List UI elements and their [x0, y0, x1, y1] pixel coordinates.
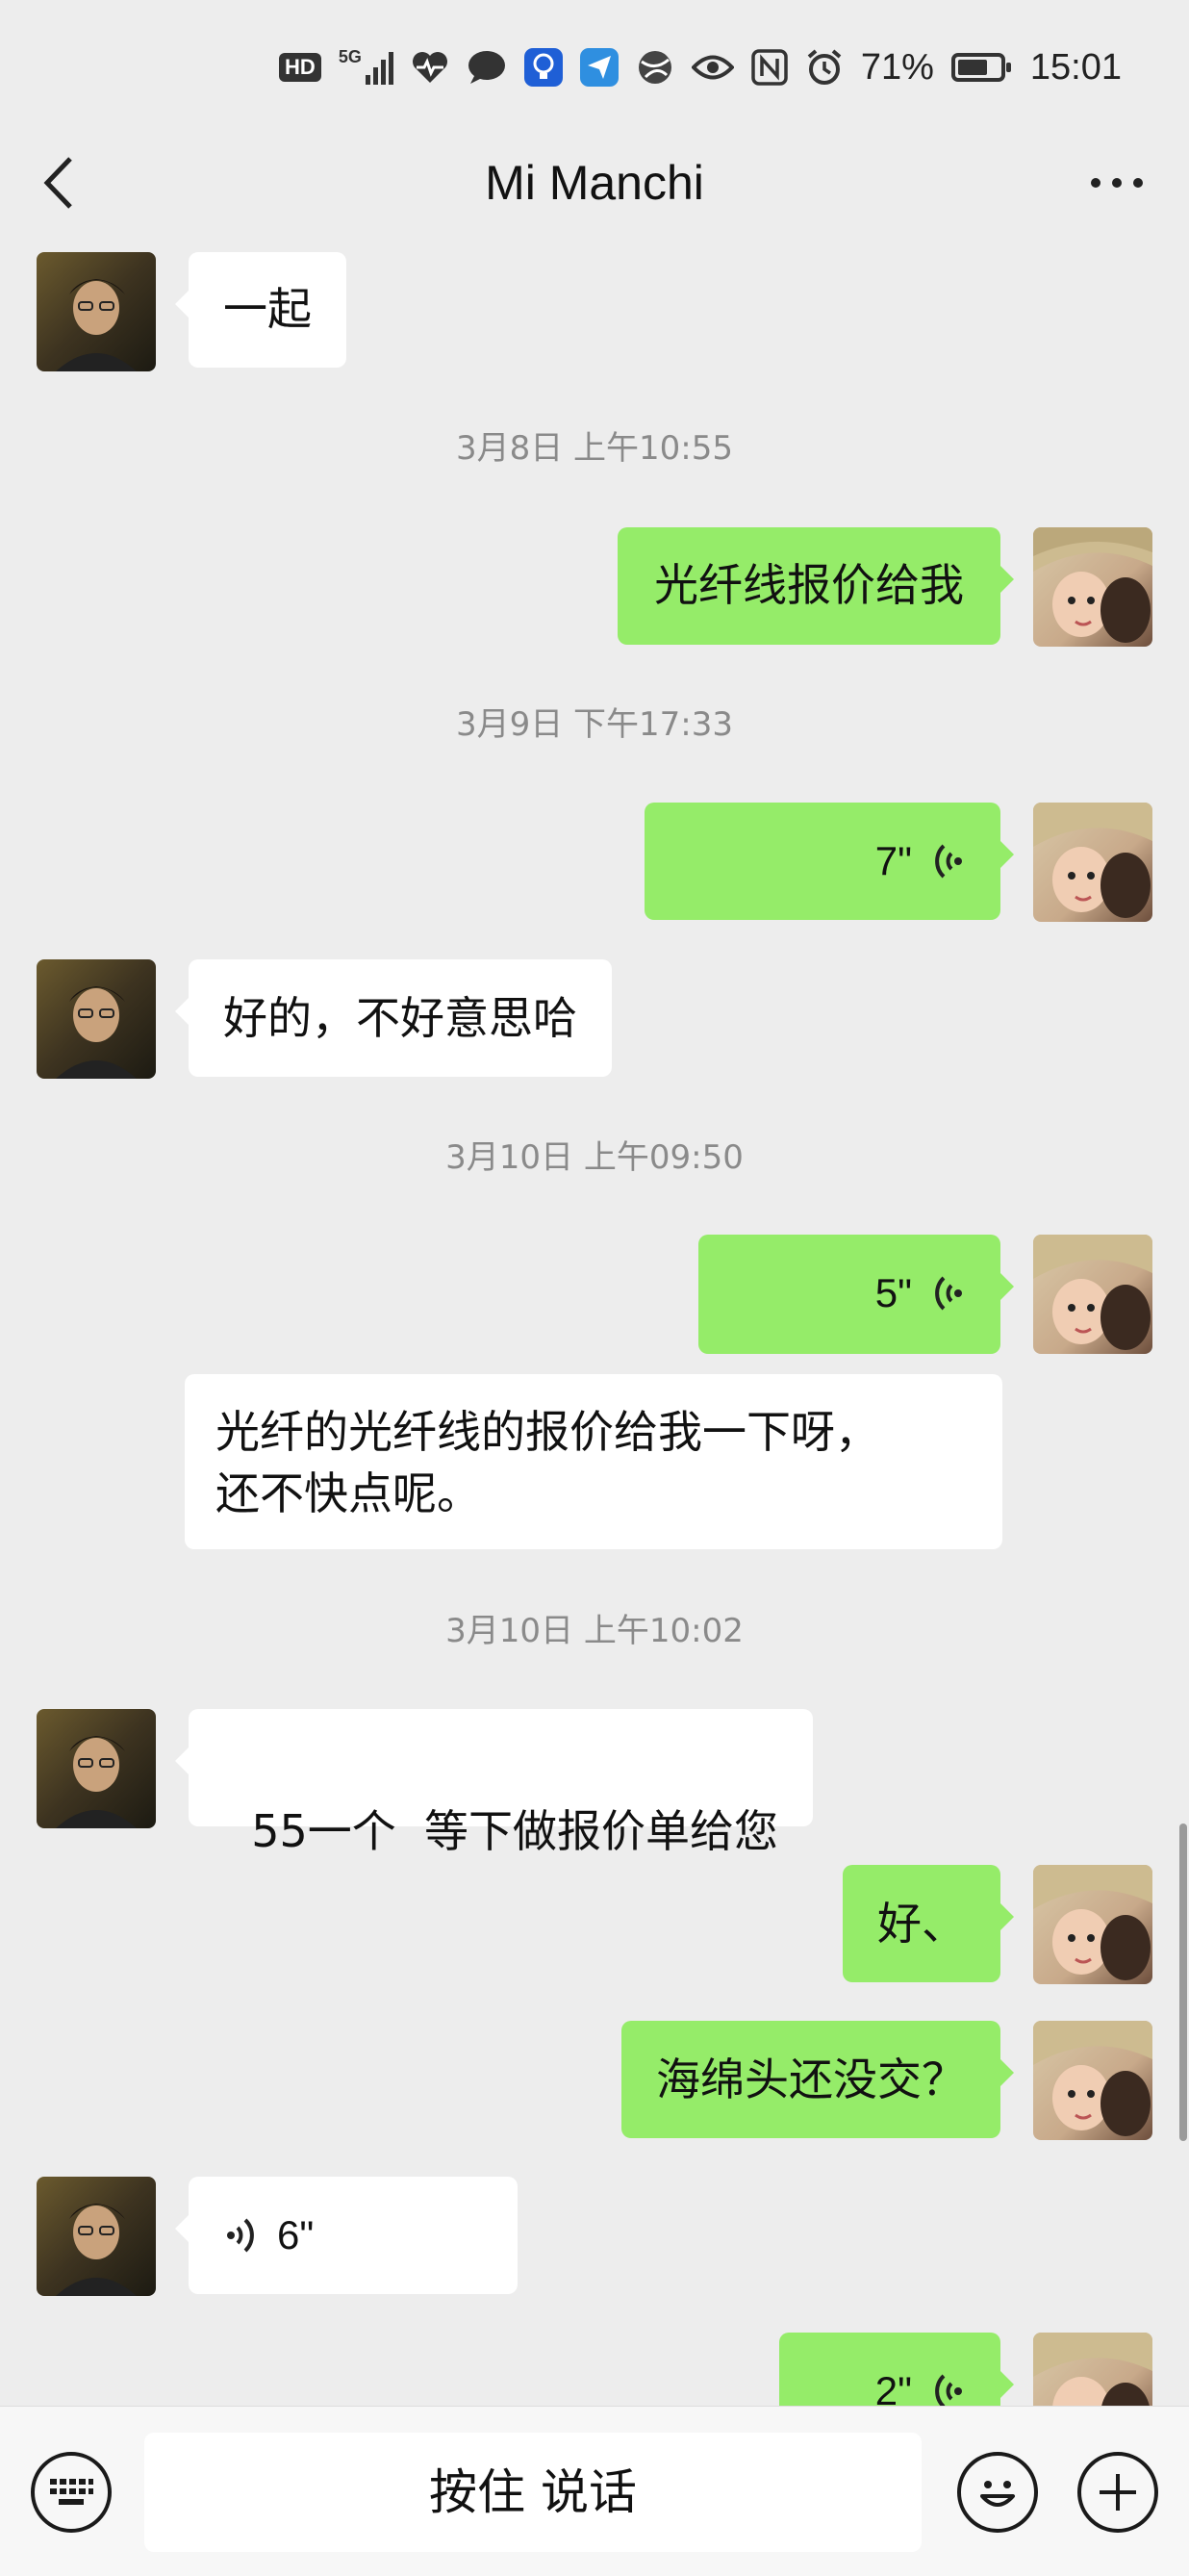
timestamp: 3月9日 下午17:33	[455, 705, 734, 744]
message-text: 好的，不好意思哈	[223, 992, 577, 1044]
my-avatar[interactable]	[1033, 1235, 1152, 1354]
voice-wave-icon	[227, 2218, 254, 2253]
keyboard-icon	[50, 2479, 93, 2505]
globe-app-icon	[636, 48, 674, 87]
contact-avatar[interactable]	[37, 252, 156, 371]
timestamp: 3月10日 上午10:02	[445, 1612, 744, 1650]
transcript-line: 光纤的光纤线的报价给我一下呀，	[215, 1406, 879, 1458]
message-bubble-outgoing[interactable]: 海绵头还没交？	[621, 2021, 1014, 2138]
hd-icon: HD	[279, 53, 321, 82]
send-app-icon	[579, 48, 619, 87]
voice-wave-icon	[935, 844, 962, 879]
contact-avatar[interactable]	[37, 2177, 156, 2296]
voice-duration: 5"	[874, 1270, 912, 1315]
my-avatar[interactable]	[1033, 1865, 1152, 1984]
timestamp: 3月10日 上午09:50	[445, 1138, 744, 1177]
more-dots-icon	[1091, 178, 1100, 188]
my-avatar[interactable]	[1033, 527, 1152, 647]
message-icon	[467, 48, 507, 87]
chat-title: Mi Manchi	[485, 156, 704, 210]
message-bubble-incoming[interactable]: 55一个 等下做报价单给您	[174, 1709, 814, 1857]
message-text: 好、	[877, 1898, 966, 1950]
voice-duration: 7"	[874, 838, 912, 883]
battery-icon	[950, 53, 1011, 82]
heart-rate-icon	[411, 48, 449, 87]
bulb-app-icon	[523, 48, 563, 87]
message-text: 一起	[223, 283, 312, 335]
voice-wave-icon	[935, 1276, 962, 1311]
battery-percent: 71%	[860, 46, 934, 88]
contact-avatar[interactable]	[37, 1709, 156, 1828]
voice-message-outgoing[interactable]: 5"	[698, 1235, 1014, 1354]
emoji-button[interactable]	[957, 2452, 1038, 2533]
voice-transcript[interactable]: 光纤的光纤线的报价给我一下呀， 还不快点呢。	[185, 1374, 1002, 1549]
message-bubble-incoming[interactable]: 好的，不好意思哈	[175, 959, 612, 1077]
transcript-line: 还不快点呢。	[215, 1467, 481, 1519]
message-text: 光纤线报价给我	[654, 559, 964, 611]
message-bubble-outgoing[interactable]: 光纤线报价给我	[618, 527, 1014, 645]
clock: 15:01	[1029, 46, 1122, 88]
eye-icon	[691, 48, 734, 87]
message-text: 海绵头还没交？	[656, 2053, 966, 2105]
voice-message-outgoing[interactable]: 7"	[645, 803, 1014, 920]
alarm-icon	[805, 48, 844, 87]
message-bubble-incoming[interactable]: 一起	[175, 252, 346, 368]
more-button[interactable]	[1074, 144, 1160, 221]
hold-to-talk-button[interactable]: 按住 说话	[144, 2433, 922, 2552]
plus-button[interactable]	[1077, 2452, 1158, 2533]
status-bar: HD 5G 71% 15:01	[0, 0, 1189, 135]
timestamp: 3月8日 上午10:55	[455, 429, 734, 468]
scrollbar[interactable]	[1179, 1824, 1187, 2141]
my-avatar[interactable]	[1033, 2021, 1152, 2140]
plus-icon	[1100, 2474, 1136, 2511]
voice-duration: 6"	[277, 2212, 315, 2257]
signal-icon: 5G	[339, 48, 393, 87]
my-avatar[interactable]	[1033, 803, 1152, 922]
message-text: 55一个 等下做报价单给您	[251, 1805, 779, 1857]
voice-message-incoming[interactable]: 6"	[175, 2177, 518, 2294]
message-bubble-outgoing[interactable]: 好、	[843, 1865, 1014, 1982]
nfc-icon	[751, 48, 788, 87]
contact-avatar[interactable]	[37, 959, 156, 1079]
keyboard-button[interactable]	[31, 2452, 112, 2533]
emoji-icon	[980, 2481, 1015, 2507]
